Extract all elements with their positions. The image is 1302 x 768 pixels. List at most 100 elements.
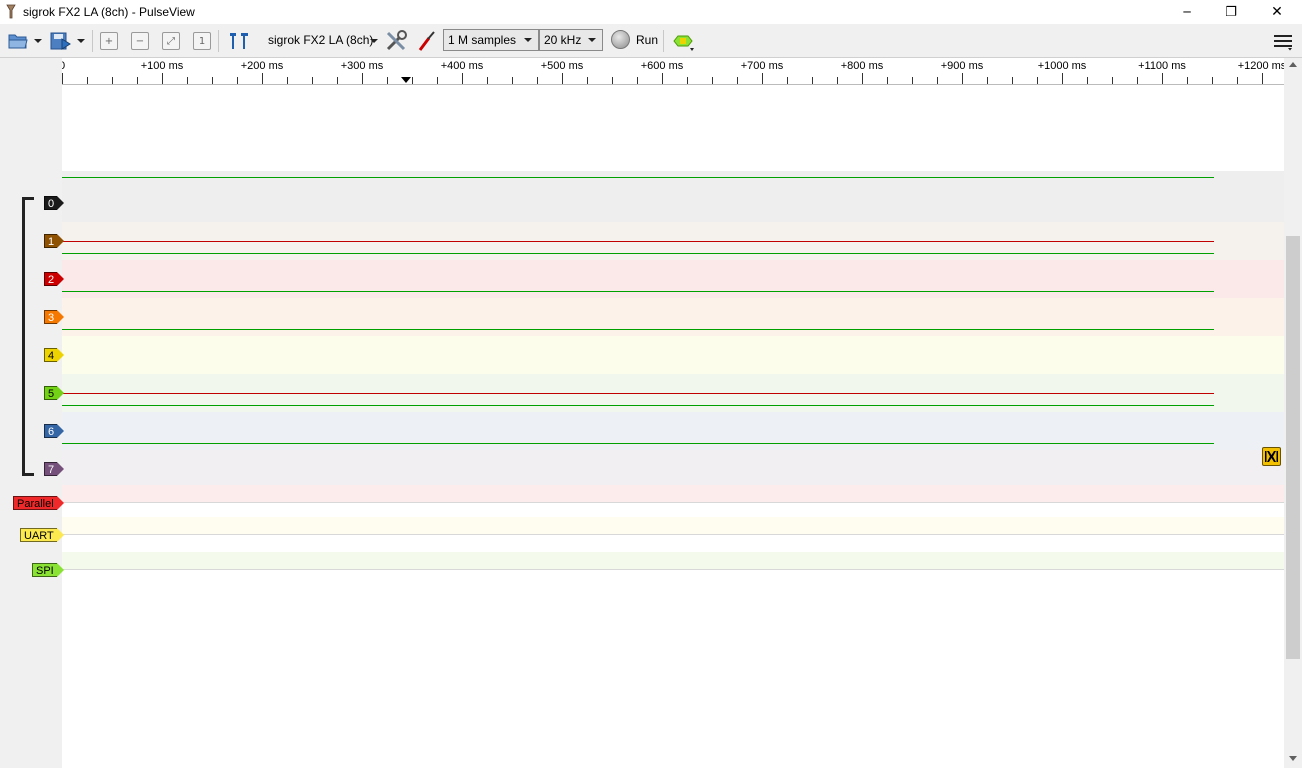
ruler-tick: [112, 77, 113, 84]
zoom-one-to-one-icon: 1: [193, 32, 211, 50]
vertical-scrollbar[interactable]: [1284, 58, 1302, 768]
ruler-tick: [837, 77, 838, 84]
channel-label-3[interactable]: 3: [44, 310, 65, 324]
ruler-tick: [937, 77, 938, 84]
scrollbar-thumb[interactable]: [1286, 236, 1300, 659]
cursors-button[interactable]: [226, 27, 252, 55]
ruler-tick: [87, 77, 88, 84]
main-menu-button[interactable]: [1270, 27, 1296, 55]
ruler-tick: [1062, 73, 1063, 84]
decoder-row: [62, 552, 1284, 570]
zoom-fit-button[interactable]: ⤢: [161, 27, 181, 55]
ruler-tick: [1262, 73, 1263, 84]
sample-count-value: 1 M samples: [448, 33, 517, 47]
signal-trace: [62, 291, 1214, 292]
ruler-tick: [737, 77, 738, 84]
channel-label-2[interactable]: 2: [44, 272, 65, 286]
minimize-icon: ─: [1183, 5, 1191, 19]
trace-row: [62, 298, 1284, 336]
channel-label-1[interactable]: 1: [44, 234, 65, 248]
channel-label-7[interactable]: 7: [44, 462, 65, 476]
trace-view[interactable]: [62, 85, 1284, 768]
cursors-icon: [230, 33, 248, 49]
scroll-down-icon[interactable]: [1289, 756, 1297, 761]
ruler-label: +500 ms: [540, 60, 584, 72]
ruler-tick: [1137, 77, 1138, 84]
run-button[interactable]: Run: [636, 33, 658, 47]
open-file-icon: [8, 34, 28, 49]
label-arrow-icon: [57, 272, 65, 286]
zoom-out-icon: −: [131, 32, 149, 50]
channel-label-uart[interactable]: UART: [20, 528, 64, 542]
probe-button[interactable]: [414, 27, 440, 55]
device-config-icon: [386, 30, 407, 51]
trace-row: [62, 336, 1284, 374]
device-dropdown[interactable]: [368, 27, 380, 55]
run-icon[interactable]: [611, 30, 630, 49]
save-dropdown[interactable]: [75, 27, 87, 55]
channel-label-5[interactable]: 5: [44, 386, 65, 400]
ruler-tick: [487, 77, 488, 84]
channel-group-bracket: [22, 197, 34, 476]
label-arrow-icon: [57, 386, 65, 400]
zoom-one-to-one-button[interactable]: 1: [192, 27, 212, 55]
label-arrow-icon: [57, 348, 65, 362]
title-bar: sigrok FX2 LA (8ch) - PulseView ─ ❐ ✕: [0, 0, 1302, 24]
signal-trace: [62, 241, 1214, 242]
maximize-button[interactable]: ❐: [1208, 0, 1254, 24]
ruler-tick: [812, 77, 813, 84]
channel-label-parallel[interactable]: Parallel: [13, 496, 64, 510]
close-button[interactable]: ✕: [1254, 0, 1300, 24]
ruler-tick: [137, 77, 138, 84]
channel-name: 2: [44, 272, 58, 286]
channel-label-spi[interactable]: SPI: [32, 563, 64, 577]
sample-rate-select[interactable]: 20 kHz: [539, 29, 603, 51]
scroll-up-icon[interactable]: [1289, 62, 1297, 67]
ruler-tick: [1087, 77, 1088, 84]
ruler-tick: [187, 77, 188, 84]
ruler-tick: [712, 77, 713, 84]
ruler-tick: [887, 77, 888, 84]
label-arrow-icon: [57, 424, 65, 438]
ruler-label: +700 ms: [740, 60, 784, 72]
signal-trace: [62, 443, 1214, 444]
ruler-tick: [262, 73, 263, 84]
open-button[interactable]: [5, 27, 31, 55]
ruler-label: +1200 ms: [1237, 60, 1284, 72]
channel-label-6[interactable]: 6: [44, 424, 65, 438]
trace-row: [62, 184, 1284, 222]
ruler-tick: [437, 77, 438, 84]
cursor-x-button[interactable]: [1262, 447, 1281, 466]
ruler-tick: [1212, 77, 1213, 84]
ruler-tick: [787, 77, 788, 84]
add-decoder-button[interactable]: [671, 27, 697, 55]
app-icon: [6, 4, 16, 19]
zoom-out-button[interactable]: −: [130, 27, 150, 55]
zoom-in-button[interactable]: +: [99, 27, 119, 55]
minimize-button[interactable]: ─: [1164, 0, 1210, 24]
sample-count-select[interactable]: 1 M samples: [443, 29, 539, 51]
device-config-button[interactable]: [383, 27, 409, 55]
ruler-tick: [337, 77, 338, 84]
signal-trace: [62, 329, 1214, 330]
save-button[interactable]: [47, 27, 73, 55]
restore-icon: ❐: [1225, 4, 1237, 20]
trigger-marker[interactable]: [401, 77, 411, 83]
signal-trace: [62, 405, 1214, 406]
zoom-fit-icon: ⤢: [162, 32, 180, 50]
time-ruler[interactable]: 0 +100 ms +200 ms +300 ms +400 ms +500 ms +60…: [62, 58, 1284, 85]
channel-label-4[interactable]: 4: [44, 348, 65, 362]
ruler-label: +300 ms: [340, 60, 384, 72]
ruler-tick: [1112, 77, 1113, 84]
open-dropdown[interactable]: [32, 27, 44, 55]
ruler-tick: [562, 73, 563, 84]
device-selector[interactable]: sigrok FX2 LA (8ch): [268, 33, 373, 47]
channel-label-0[interactable]: 0: [44, 196, 65, 210]
ruler-tick: [1237, 77, 1238, 84]
label-arrow-icon: [57, 196, 65, 210]
ruler-tick: [62, 73, 63, 84]
ruler-label: +1000 ms: [1037, 60, 1087, 72]
ruler-tick: [912, 77, 913, 84]
toolbar-separator: [663, 30, 664, 52]
channel-name: 4: [44, 348, 58, 362]
